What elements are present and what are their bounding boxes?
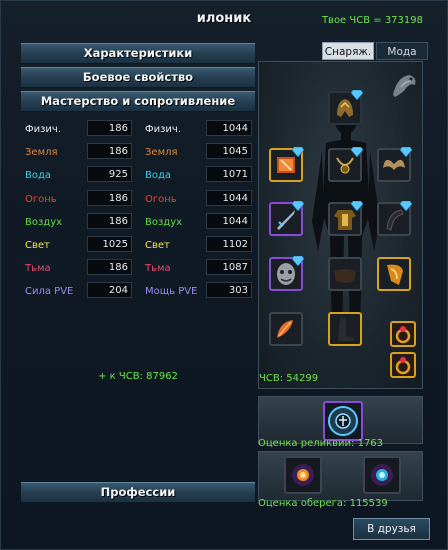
stat-value-resistance: 1045 bbox=[206, 143, 252, 160]
characteristics-button[interactable]: Характеристики bbox=[21, 43, 255, 64]
stat-value-mastery: 186 bbox=[87, 120, 132, 136]
stat-row: Физич. 186 Физич. 1044 bbox=[21, 119, 261, 141]
stat-value-mastery: 186 bbox=[87, 189, 132, 206]
stat-value-resistance: 1044 bbox=[206, 189, 252, 206]
armor-slot[interactable] bbox=[328, 201, 363, 236]
ring-icon bbox=[395, 357, 411, 375]
stat-value-mastery: 186 bbox=[87, 259, 132, 276]
book-slot[interactable] bbox=[269, 147, 304, 182]
stat-row: Сила PVE 204 Мощь PVE 303 bbox=[21, 281, 261, 303]
belt-icon bbox=[334, 269, 356, 283]
necklace-slot[interactable] bbox=[328, 147, 363, 182]
stat-label: Вода bbox=[145, 170, 172, 182]
pet-wings-slot[interactable] bbox=[269, 312, 303, 346]
gem-icon bbox=[400, 201, 412, 211]
stat-value-resistance: 1087 bbox=[206, 259, 252, 276]
stat-value-resistance: 303 bbox=[206, 282, 252, 299]
ring-icon bbox=[395, 326, 411, 344]
stat-value-mastery: 204 bbox=[87, 282, 132, 299]
stat-label: Мощь PVE bbox=[145, 286, 198, 298]
combat-properties-button[interactable]: Боевое свойство bbox=[21, 67, 255, 88]
stat-label: Свет bbox=[25, 240, 50, 251]
stat-value-resistance: 1102 bbox=[206, 236, 252, 252]
stat-label: Сила PVE bbox=[25, 286, 74, 298]
gem-icon bbox=[400, 147, 412, 157]
stat-value-mastery: 186 bbox=[87, 143, 132, 160]
ring-slot-1[interactable] bbox=[390, 321, 416, 347]
stat-row: Воздух 186 Воздух 1044 bbox=[21, 212, 261, 234]
tab-equipment[interactable]: Снаряж. bbox=[322, 42, 374, 60]
stat-label: Воздух bbox=[25, 216, 63, 228]
wings-slot[interactable] bbox=[377, 147, 412, 182]
bracers-slot[interactable] bbox=[377, 201, 412, 236]
stat-label: Земля bbox=[145, 147, 178, 159]
boots-icon bbox=[338, 318, 354, 341]
amulet-slot-1[interactable] bbox=[284, 456, 322, 494]
gem-icon bbox=[292, 201, 304, 211]
belt-slot[interactable] bbox=[328, 257, 362, 291]
relic-icon bbox=[328, 406, 358, 436]
relic-rating: Оценка реликвии: 1763 bbox=[258, 438, 384, 449]
total-csv: Твое ЧСВ = 373198 bbox=[321, 15, 423, 26]
stat-label: Тьма bbox=[145, 263, 171, 275]
stat-label: Огонь bbox=[145, 193, 177, 205]
stat-label: Огонь bbox=[25, 193, 57, 205]
stat-row: Земля 186 Земля 1045 bbox=[21, 142, 261, 164]
stat-row: Тьма 186 Тьма 1087 bbox=[21, 258, 261, 280]
cape-slot[interactable] bbox=[377, 257, 411, 291]
amulet-slot-2[interactable] bbox=[363, 456, 401, 494]
stat-value-resistance: 1044 bbox=[206, 120, 252, 136]
stat-row: Свет 1025 Свет 1102 bbox=[21, 235, 261, 257]
gem-icon bbox=[292, 256, 304, 266]
gem-icon bbox=[351, 201, 363, 211]
amulet-rating: Оценка оберега: 115539 bbox=[258, 498, 388, 509]
helmet-slot[interactable] bbox=[328, 90, 363, 125]
amulet-icon bbox=[371, 464, 393, 486]
stat-label: Вода bbox=[25, 170, 52, 182]
stat-value-mastery: 925 bbox=[87, 166, 132, 183]
stat-label: Физич. bbox=[145, 124, 182, 135]
stat-value-resistance: 1044 bbox=[206, 212, 252, 229]
stat-label: Свет bbox=[145, 240, 170, 251]
add-friend-button[interactable]: В друзья bbox=[353, 518, 430, 540]
feather-icon bbox=[277, 320, 293, 338]
stat-value-resistance: 1071 bbox=[206, 166, 252, 183]
stat-label: Земля bbox=[25, 147, 58, 159]
boots-slot[interactable] bbox=[328, 312, 362, 346]
stat-row: Огонь 186 Огонь 1044 bbox=[21, 189, 261, 211]
equipment-csv: ЧСВ: 54299 bbox=[259, 373, 319, 384]
titlebar[interactable]: илоник Твое ЧСВ = 373198 bbox=[1, 1, 447, 39]
mastery-resistance-button[interactable]: Мастерство и сопротивление bbox=[21, 91, 255, 112]
ring-slot-2[interactable] bbox=[390, 352, 416, 378]
gem-icon bbox=[351, 90, 363, 100]
talisman-slot[interactable] bbox=[269, 256, 304, 291]
csv-bonus: + к ЧСВ: 87962 bbox=[98, 371, 178, 382]
gem-icon bbox=[351, 147, 363, 157]
stat-value-mastery: 186 bbox=[87, 212, 132, 229]
stat-label: Тьма bbox=[25, 263, 51, 275]
stat-label: Физич. bbox=[25, 124, 62, 135]
weapon-slot[interactable] bbox=[269, 201, 304, 236]
character-window: илоник Твое ЧСВ = 373198 Характеристики … bbox=[0, 0, 448, 550]
pet-icon[interactable] bbox=[387, 69, 421, 103]
stat-value-mastery: 1025 bbox=[87, 236, 132, 252]
relic-slot[interactable] bbox=[323, 401, 363, 441]
cape-icon bbox=[387, 264, 403, 285]
professions-button[interactable]: Профессии bbox=[21, 482, 255, 503]
gem-icon bbox=[292, 147, 304, 157]
stat-label: Воздух bbox=[145, 216, 183, 228]
amulet-icon bbox=[292, 464, 314, 486]
tab-fashion[interactable]: Мода bbox=[376, 42, 428, 60]
stat-row: Вода 925 Вода 1071 bbox=[21, 165, 261, 187]
